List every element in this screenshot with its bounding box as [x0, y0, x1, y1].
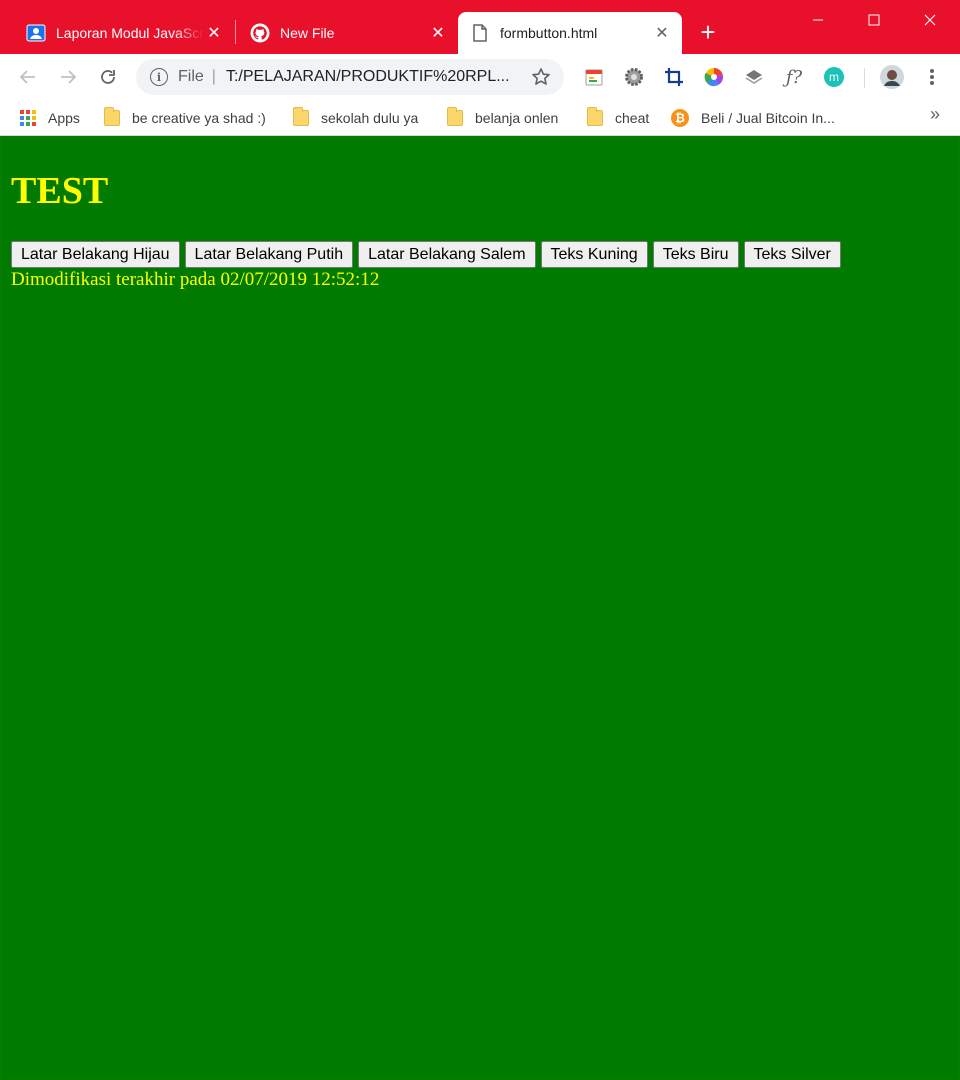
- folder-icon: [293, 107, 309, 126]
- bookmark-label: Apps: [48, 110, 80, 126]
- button-row: Latar Belakang Hijau Latar Belakang Puti…: [11, 241, 846, 268]
- bookmark-label: belanja onlen: [475, 110, 559, 126]
- text-blue-button[interactable]: Teks Biru: [652, 241, 739, 268]
- url-scheme-label: File: [178, 68, 204, 85]
- tab-title: Laporan Modul JavaScript: [56, 25, 204, 41]
- page-content: TEST Latar Belakang Hijau Latar Belakang…: [1, 137, 959, 1079]
- folder-icon: [587, 107, 603, 126]
- bookmark-label: cheat: [615, 110, 650, 126]
- contacts-icon: [26, 23, 46, 43]
- more-bookmarks-chevron-icon[interactable]: »: [930, 104, 940, 125]
- last-modified-text: Dimodifikasi terakhir pada 02/07/2019 12…: [11, 269, 380, 290]
- mercury-extension-icon[interactable]: m: [821, 64, 847, 90]
- color-wheel-extension-icon[interactable]: [701, 64, 727, 90]
- minimize-icon[interactable]: [790, 0, 846, 40]
- address-bar[interactable]: i File | T:/PELAJARAN/PRODUKTIF%20RPL...: [136, 59, 564, 95]
- settings-gear-extension-icon[interactable]: [621, 64, 647, 90]
- tab-title: New File: [280, 25, 335, 41]
- tab-title: formbutton.html: [500, 25, 598, 41]
- bitcoin-icon: ₿: [671, 109, 689, 127]
- site-info-icon[interactable]: i: [150, 68, 168, 86]
- toolbar-divider: [864, 68, 865, 88]
- bg-green-button[interactable]: Latar Belakang Hijau: [11, 241, 180, 268]
- url-divider: |: [211, 68, 216, 85]
- browser-titlebar: Laporan Modul JavaScript ✕ New File ✕ fo…: [0, 0, 960, 54]
- bookmark-folder-cheat[interactable]: cheat: [587, 107, 649, 129]
- apps-grid-icon: [20, 110, 36, 126]
- browser-menu-icon[interactable]: [919, 64, 945, 90]
- tab-separator: [235, 20, 236, 44]
- forward-arrow-icon[interactable]: [54, 63, 82, 91]
- close-tab-icon[interactable]: ✕: [652, 23, 672, 43]
- bookmark-star-icon[interactable]: [530, 66, 552, 88]
- bookmark-label: Beli / Jual Bitcoin In...: [701, 110, 835, 126]
- font-finder-extension-icon[interactable]: ƒ?: [781, 64, 807, 90]
- text-silver-button[interactable]: Teks Silver: [743, 241, 841, 268]
- browser-toolbar: i File | T:/PELAJARAN/PRODUKTIF%20RPL...…: [0, 54, 960, 100]
- crop-extension-icon[interactable]: [661, 64, 687, 90]
- new-tab-plus-icon[interactable]: +: [694, 18, 722, 46]
- calendar-extension-icon[interactable]: [581, 64, 607, 90]
- bookmark-folder-be-creative[interactable]: be creative ya shad :): [104, 107, 266, 129]
- bg-salmon-button[interactable]: Latar Belakang Salem: [358, 241, 536, 268]
- window-close-icon[interactable]: [902, 0, 958, 40]
- back-arrow-icon[interactable]: [14, 63, 42, 91]
- folder-icon: [104, 107, 120, 126]
- bookmark-folder-sekolah[interactable]: sekolah dulu ya: [293, 107, 418, 129]
- bookmark-label: sekolah dulu ya: [321, 110, 419, 126]
- close-tab-icon[interactable]: ✕: [428, 23, 448, 43]
- text-yellow-button[interactable]: Teks Kuning: [540, 241, 648, 268]
- bg-white-button[interactable]: Latar Belakang Putih: [184, 241, 354, 268]
- page-heading: TEST: [11, 170, 109, 212]
- folder-icon: [447, 107, 463, 126]
- url-text[interactable]: T:/PELAJARAN/PRODUKTIF%20RPL...: [226, 68, 518, 86]
- maximize-icon[interactable]: [846, 0, 902, 40]
- file-icon: [470, 23, 490, 43]
- github-icon: [250, 23, 270, 43]
- bookmark-apps[interactable]: Apps: [20, 107, 80, 129]
- svg-text:m: m: [829, 70, 839, 84]
- reload-icon[interactable]: [94, 63, 122, 91]
- tab-formbutton[interactable]: formbutton.html ✕: [458, 12, 682, 54]
- tab-laporan-modul[interactable]: Laporan Modul JavaScript ✕: [14, 12, 234, 54]
- close-tab-icon[interactable]: ✕: [204, 23, 224, 43]
- bookmark-folder-belanja[interactable]: belanja onlen: [447, 107, 558, 129]
- bookmark-bitcoin[interactable]: ₿ Beli / Jual Bitcoin In...: [671, 107, 835, 129]
- bookmark-label: be creative ya shad :): [132, 110, 266, 126]
- bookmarks-bar: Apps be creative ya shad :) sekolah dulu…: [0, 100, 960, 136]
- tab-new-file[interactable]: New File ✕: [238, 12, 458, 54]
- layers-extension-icon[interactable]: [741, 64, 767, 90]
- profile-avatar[interactable]: [879, 64, 905, 90]
